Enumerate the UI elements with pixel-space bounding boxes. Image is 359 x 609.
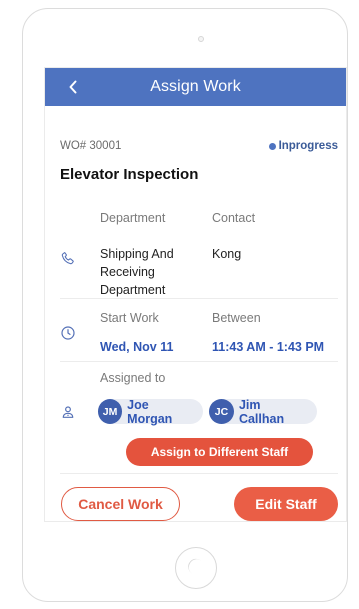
work-order-number: WO# 30001 [60,140,122,152]
department-line-2: Receiving [100,265,155,279]
between-label: Between [212,311,261,325]
home-button[interactable] [175,547,217,589]
assignee-name: Jim Callhan [238,397,285,426]
start-work-label: Start Work [100,311,159,325]
assigned-to-label: Assigned to [100,371,166,385]
chevron-left-icon [69,80,77,94]
contact-value: Kong [212,247,242,261]
department-line-1: Shipping And [100,247,174,261]
section-divider [60,298,338,299]
avatar: JC [209,399,234,424]
status-text: Inprogress [278,140,338,152]
page-title: Assign Work [150,78,241,95]
contact-label: Contact [212,211,256,225]
department-line-3: Department [100,283,166,297]
department-value: Shipping And Receiving Department [100,245,174,299]
section-divider [60,361,338,362]
camera-dot [198,36,204,42]
section-divider [60,473,338,474]
assign-different-staff-button[interactable]: Assign to Different Staff [126,438,313,466]
app-screen: Assign Work WO# 30001 Inprogress Elevato… [44,67,347,522]
person-icon [57,401,79,423]
app-header: Assign Work [45,68,346,106]
assignee-chip[interactable]: JM Joe Morgan [98,397,203,426]
assignee-name: Joe Morgan [127,397,173,426]
status-badge: Inprogress [268,140,338,152]
work-order-row: WO# 30001 Inprogress [60,140,338,152]
time-range: 11:43 AM - 1:43 PM [212,340,325,354]
back-button[interactable] [63,76,83,98]
department-label: Department [100,211,166,225]
start-work-date: Wed, Nov 11 [100,340,174,354]
cancel-work-button[interactable]: Cancel Work [61,487,180,521]
assignee-chip[interactable]: JC Jim Callhan [209,397,317,426]
phone-icon[interactable] [57,247,79,269]
work-order-title: Elevator Inspection [60,166,199,183]
avatar: JM [98,399,123,424]
clock-icon [57,322,79,344]
status-dot-icon [268,142,276,150]
edit-staff-button[interactable]: Edit Staff [234,487,338,521]
